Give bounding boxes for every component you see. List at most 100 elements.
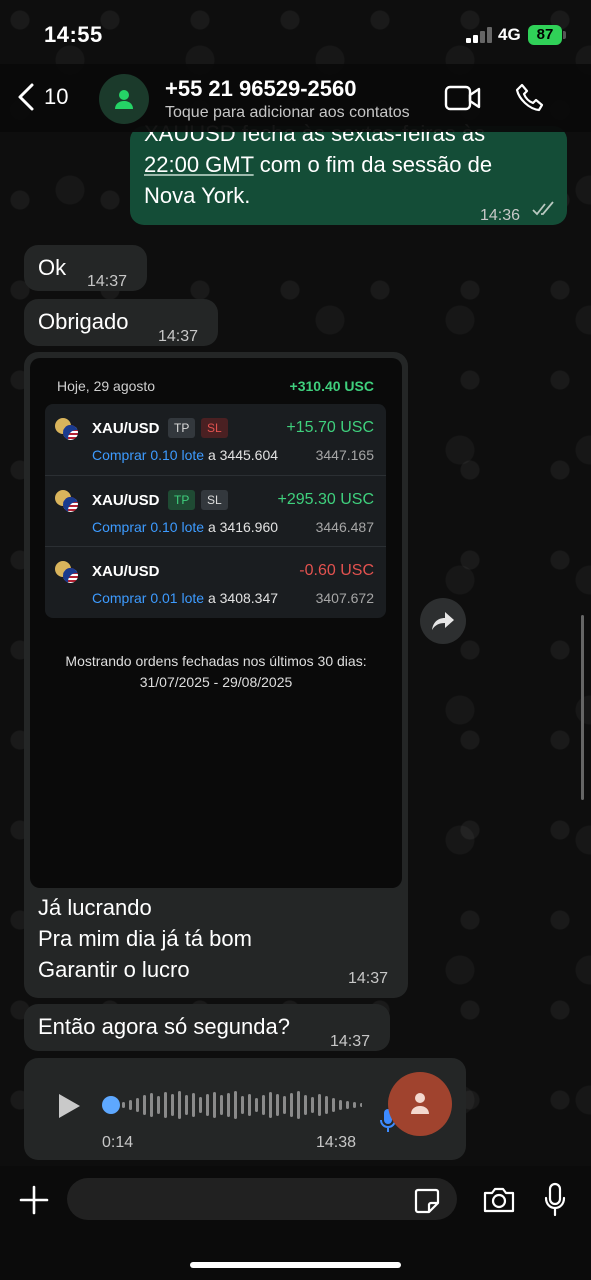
camera-icon[interactable] — [482, 1186, 516, 1214]
sl-tag: SL — [201, 418, 228, 438]
time-link[interactable]: 22:00 GMT — [144, 152, 254, 177]
image-message[interactable]: Hoje, 29 agosto +310.40 USC XAU/USD TP S… — [24, 352, 408, 998]
status-bar: 14:55 4G 87 — [0, 0, 591, 64]
waveform[interactable] — [102, 1088, 362, 1122]
orders-date: Hoje, 29 agosto — [57, 378, 156, 394]
waveform-bar — [227, 1093, 230, 1117]
status-time: 14:55 — [44, 22, 103, 47]
network-type: 4G — [498, 25, 521, 44]
phone-icon — [515, 83, 544, 112]
waveform-bar — [136, 1098, 139, 1112]
tp-tag: TP — [168, 490, 196, 510]
message-time: 14:38 — [316, 1134, 357, 1151]
battery-tip — [563, 31, 566, 39]
order-detail: Comprar 0.10 lote a 3416.960 — [92, 519, 278, 535]
scroll-indicator[interactable] — [581, 615, 584, 800]
waveform-bar — [192, 1093, 195, 1117]
waveform-bar — [353, 1102, 356, 1108]
order-action: Comprar 0.10 lote — [92, 447, 205, 463]
waveform-bar — [206, 1094, 209, 1116]
waveform-bar — [213, 1092, 216, 1118]
message-text: Obrigado — [38, 309, 129, 334]
order-open-price: a 3408.347 — [207, 590, 279, 606]
message-time: 14:37 — [158, 328, 199, 345]
waveform-bar — [311, 1097, 314, 1113]
orders-note-line: Mostrando ordens fechadas nos últimos 30… — [65, 653, 367, 669]
battery-icon: 87 — [528, 25, 562, 45]
caption-line: Já lucrando — [38, 895, 152, 920]
incoming-message[interactable]: Obrigado 14:37 — [24, 299, 218, 346]
message-time: 14:37 — [87, 273, 128, 290]
microphone-icon[interactable] — [543, 1182, 567, 1218]
waveform-bar — [346, 1101, 349, 1109]
double-check-icon — [532, 201, 554, 216]
waveform-bar — [178, 1091, 181, 1119]
voice-duration: 0:14 — [102, 1134, 134, 1151]
waveform-bar — [248, 1094, 251, 1116]
avatar[interactable] — [99, 74, 149, 124]
waveform-bar — [164, 1092, 167, 1118]
message-text: Então agora só segunda? — [38, 1014, 290, 1039]
order-row: XAU/USD TP SL +295.30 USC Comprar 0.10 l… — [45, 475, 386, 547]
message-text: Ok — [38, 255, 67, 280]
orders-list: XAU/USD TP SL +15.70 USC Comprar 0.10 lo… — [45, 404, 386, 618]
waveform-bar — [220, 1095, 223, 1115]
message-input[interactable] — [67, 1178, 457, 1220]
order-row: XAU/USD -0.60 USC Comprar 0.01 lote a 34… — [45, 546, 386, 618]
waveform-bar — [332, 1098, 335, 1112]
trading-screenshot[interactable]: Hoje, 29 agosto +310.40 USC XAU/USD TP S… — [30, 358, 402, 888]
waveform-bar — [297, 1091, 300, 1119]
waveform-bar — [171, 1094, 174, 1116]
orders-total: +310.40 USC — [289, 378, 374, 394]
chat-header: 10 +55 21 96529-2560 Toque para adiciona… — [0, 64, 591, 132]
message-time: 14:37 — [348, 970, 389, 987]
waveform-bar — [199, 1097, 202, 1113]
order-detail: Comprar 0.01 lote a 3408.347 — [92, 590, 278, 606]
caption-line: Pra mim dia já tá bom — [38, 926, 252, 951]
order-close-price: 3407.672 — [315, 590, 374, 606]
unread-count: 10 — [44, 84, 69, 109]
incoming-message[interactable]: Ok 14:37 — [24, 245, 147, 291]
forward-icon — [432, 612, 454, 630]
back-chevron-icon — [18, 83, 34, 111]
sticker-icon[interactable] — [414, 1188, 440, 1214]
orders-note-range: 31/07/2025 - 29/08/2025 — [139, 674, 293, 690]
contact-avatar-icon — [411, 1093, 429, 1114]
forward-button[interactable] — [420, 598, 466, 644]
order-open-price: a 3416.960 — [207, 519, 279, 535]
waveform-bar — [122, 1102, 125, 1108]
contact-subtitle[interactable]: Toque para adicionar aos contatos — [165, 104, 437, 122]
order-loss: -0.60 USC — [299, 562, 374, 579]
incoming-message[interactable]: Então agora só segunda? 14:37 — [24, 1004, 390, 1051]
back-button[interactable]: 10 — [16, 82, 68, 112]
waveform-bar — [276, 1094, 279, 1116]
contact-name[interactable]: +55 21 96529-2560 — [165, 76, 356, 102]
waveform-bar — [255, 1098, 258, 1112]
video-call-button[interactable] — [444, 84, 482, 117]
voice-call-button[interactable] — [514, 82, 546, 119]
orders-period-note: Mostrando ordens fechadas nos últimos 30… — [30, 651, 402, 693]
gold-usd-icon — [55, 490, 81, 514]
waveform-bar — [262, 1095, 265, 1115]
sl-tag: SL — [201, 490, 228, 510]
order-action: Comprar 0.10 lote — [92, 519, 205, 535]
waveform-bar — [304, 1095, 307, 1115]
waveform-bar — [143, 1095, 146, 1115]
plus-icon[interactable] — [18, 1184, 50, 1216]
caption-line: Garantir o lucro — [38, 957, 190, 982]
waveform-bar — [290, 1093, 293, 1117]
image-caption: Já lucrando Pra mim dia já tá bom Garant… — [38, 892, 252, 985]
home-indicator — [190, 1262, 401, 1268]
play-icon[interactable] — [56, 1092, 82, 1120]
gold-usd-icon — [55, 418, 81, 442]
waveform-bar — [325, 1096, 328, 1114]
outgoing-message[interactable]: XAUUSD fecha às sextas-feiras às 22:00 G… — [130, 121, 567, 225]
signal-icon — [466, 27, 494, 43]
waveform-bar — [241, 1096, 244, 1114]
playback-position[interactable] — [102, 1096, 120, 1114]
order-profit: +295.30 USC — [277, 491, 374, 508]
waveform-bar — [185, 1095, 188, 1115]
waveform-bar — [157, 1096, 160, 1114]
order-symbol: XAU/USD — [92, 492, 160, 509]
message-composer — [0, 1166, 591, 1280]
